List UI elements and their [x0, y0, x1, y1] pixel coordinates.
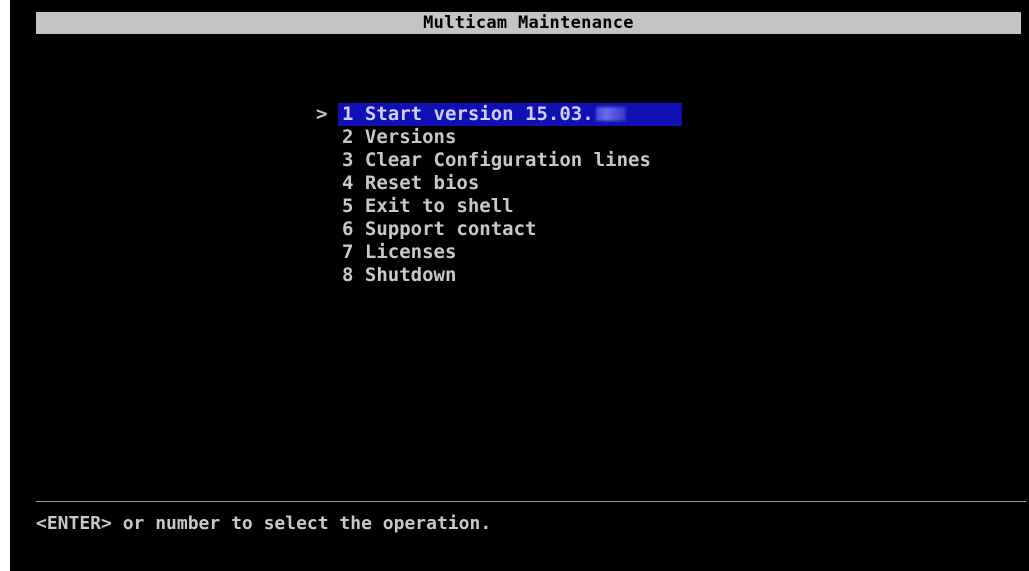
menu-item-support-contact[interactable]: 6 Support contact: [316, 218, 537, 241]
menu-item-versions[interactable]: 2 Versions: [316, 126, 456, 149]
menu-item-text: 4 Reset bios: [338, 172, 479, 195]
window-title: Multicam Maintenance: [423, 13, 634, 33]
menu-item-reset-bios[interactable]: 4 Reset bios: [316, 172, 479, 195]
menu-item-number: 7: [342, 241, 354, 263]
menu-item-label: Reset bios: [364, 172, 480, 194]
menu-item-text: 6 Support contact: [338, 218, 537, 241]
maintenance-menu: > 1 Start version 15.03. 2 Versions 3 Cl…: [316, 103, 682, 287]
menu-item-number: 1: [342, 103, 354, 125]
menu-item-licenses[interactable]: 7 Licenses: [316, 241, 456, 264]
menu-item-start-version[interactable]: > 1 Start version 15.03.: [316, 103, 682, 126]
menu-item-label: Versions: [364, 126, 457, 148]
terminal-screen: Multicam Maintenance > 1 Start version 1…: [10, 0, 1029, 571]
menu-item-label: Licenses: [364, 241, 457, 263]
menu-item-label: Shutdown: [364, 264, 457, 286]
menu-item-text: 2 Versions: [338, 126, 456, 149]
menu-item-label: Support contact: [364, 218, 537, 240]
status-hint: <ENTER> or number to select the operatio…: [36, 513, 492, 534]
menu-item-text: 1 Start version 15.03.: [338, 103, 682, 126]
menu-item-text: 5 Exit to shell: [338, 195, 514, 218]
menu-item-exit-to-shell[interactable]: 5 Exit to shell: [316, 195, 514, 218]
title-bar: Multicam Maintenance: [36, 12, 1021, 34]
menu-item-text: 3 Clear Configuration lines: [338, 149, 651, 172]
menu-item-label: Exit to shell: [364, 195, 514, 217]
menu-item-number: 4: [342, 172, 354, 194]
redacted-version-suffix: [595, 107, 626, 121]
selection-cursor-icon: >: [316, 103, 328, 125]
menu-item-shutdown[interactable]: 8 Shutdown: [316, 264, 456, 287]
menu-item-number: 5: [342, 195, 354, 217]
menu-item-number: 8: [342, 264, 354, 286]
status-divider: [36, 501, 1026, 502]
menu-item-label: Start version 15.03.: [364, 103, 594, 125]
menu-item-text: 8 Shutdown: [338, 264, 456, 287]
menu-item-number: 6: [342, 218, 354, 240]
menu-item-text: 7 Licenses: [338, 241, 456, 264]
menu-item-label: Clear Configuration lines: [364, 149, 651, 171]
menu-item-clear-configuration-lines[interactable]: 3 Clear Configuration lines: [316, 149, 651, 172]
menu-item-number: 2: [342, 126, 354, 148]
menu-item-number: 3: [342, 149, 354, 171]
